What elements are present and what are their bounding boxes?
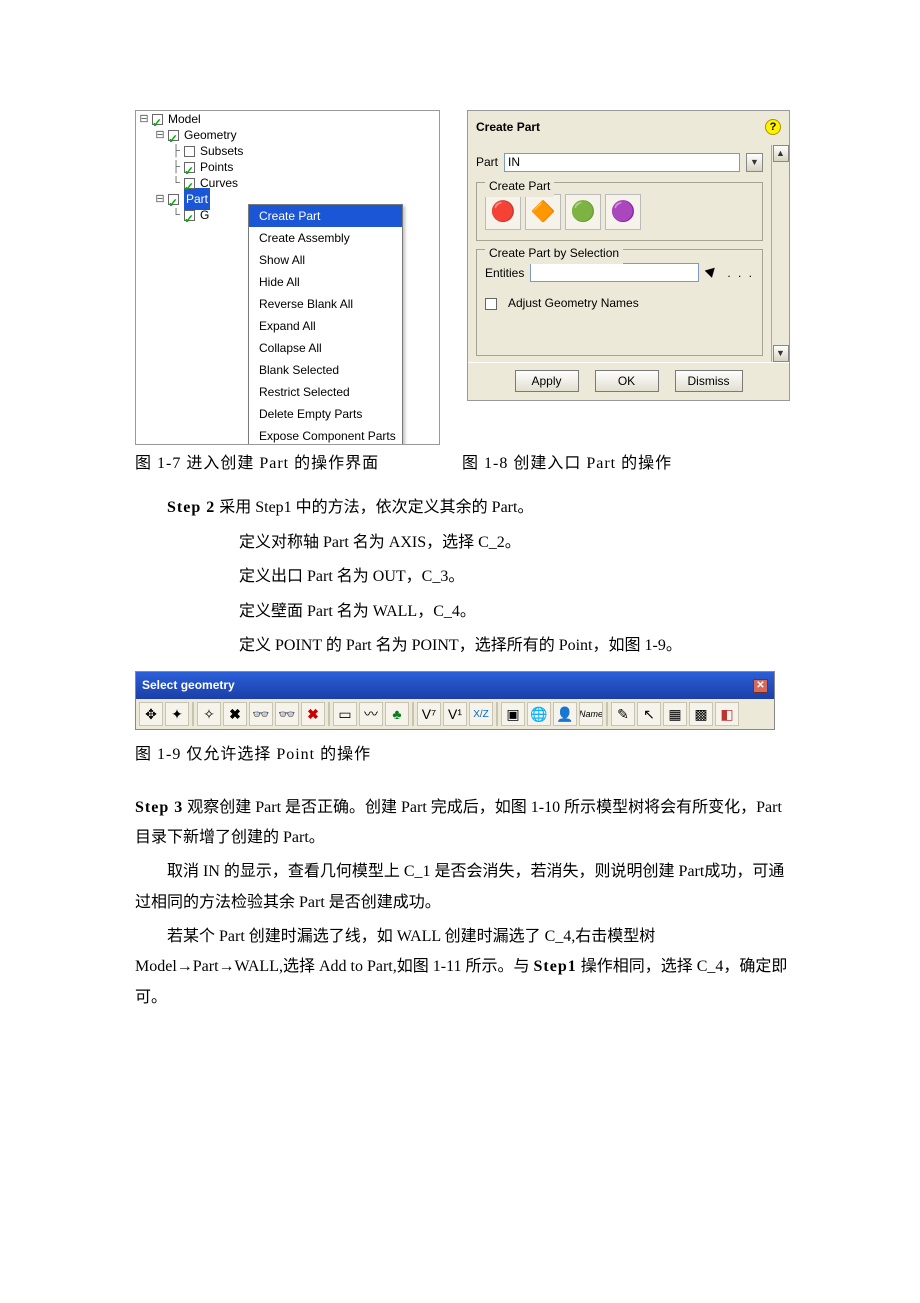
part-label: Part [476,151,498,174]
part-name-input[interactable] [504,153,740,172]
create-part-mode3-icon[interactable]: 🟢 [565,194,601,230]
step2-label: Step 2 [167,499,215,516]
step3-text: 观察创建 Part 是否正确。创建 Part 完成后，如图 1-10 所示模型树… [135,799,782,846]
create-part-mode4-icon[interactable]: 🟣 [605,194,641,230]
group-create-part: Create Part 🔴 🔶 🟢 🟣 [476,182,763,241]
adjust-names-checkbox[interactable] [485,298,497,310]
checkbox-icon[interactable] [184,146,195,157]
scrollbar[interactable]: ▲ ▼ [771,145,789,362]
group-create-by-selection: Create Part by Selection Entities . . . … [476,249,763,357]
tree-node-curves[interactable]: └ Curves [136,175,439,191]
volume1-icon[interactable]: V¹ [443,702,467,726]
leaf-icon[interactable]: ♣ [385,702,409,726]
help-icon[interactable]: ? [765,119,781,135]
menu-item-expand-all[interactable]: Expand All [249,315,402,337]
x-red-icon[interactable]: ✖ [301,702,325,726]
scroll-up-icon[interactable]: ▲ [773,145,789,162]
menu-item-restrict-selected[interactable]: Restrict Selected [249,381,402,403]
group-title: Create Part by Selection [485,242,623,265]
checkbox-icon[interactable] [184,162,195,173]
step2-sub4: 定义 POINT 的 Part 名为 POINT，选择所有的 Point，如图 … [135,631,790,661]
scroll-down-icon[interactable]: ▼ [773,345,789,362]
select-icon[interactable]: ✥ [139,702,163,726]
step2-sub2: 定义出口 Part 名为 OUT，C_3。 [135,562,790,592]
curve-icon[interactable]: ✎ [611,702,635,726]
step3-para-a: 取消 IN 的显示，查看几何模型上 C_1 是否会消失，若消失，则说明创建 Pa… [135,857,790,918]
box-icon[interactable]: ▣ [501,702,525,726]
step3-para-b: 若某个 Part 创建时漏选了线，如 WALL 创建时漏选了 C_4,右击模型树… [135,922,790,1013]
person-icon[interactable]: 👤 [553,702,577,726]
menu-item-expose-component-parts[interactable]: Expose Component Parts [249,425,402,445]
menu-item-reverse-blank-all[interactable]: Reverse Blank All [249,293,402,315]
separator [606,702,608,726]
step2-text: 采用 Step1 中的方法，依次定义其余的 Part。 [215,499,533,516]
cube-icon[interactable]: ◧ [715,702,739,726]
checkbox-icon[interactable] [168,194,179,205]
menu-item-create-assembly[interactable]: Create Assembly [249,227,402,249]
checkbox-icon[interactable] [168,130,179,141]
xyz-icon[interactable]: X/Z [469,702,493,726]
entities-label: Entities [485,262,524,285]
step2-sub1: 定义对称轴 Part 名为 AXIS，选择 C_2。 [135,528,790,558]
context-menu: Create Part Create Assembly Show All Hid… [248,204,403,445]
hatch-icon[interactable]: ▦ [663,702,687,726]
lasso-icon[interactable]: 〰 [359,702,383,726]
step2-sub3: 定义壁面 Part 名为 WALL，C_4。 [135,597,790,627]
tree-node-model[interactable]: ⊟ Model [136,111,439,127]
select-geometry-toolbar: Select geometry ✕ ✥ ✦ ✧ ✖ 👓 👓 ✖ ▭ 〰 ♣ V⁷… [135,671,775,730]
volume7-icon[interactable]: V⁷ [417,702,441,726]
menu-item-hide-all[interactable]: Hide All [249,271,402,293]
tree-label: G [200,204,209,227]
create-part-panel: Create Part ? Part ▼ Create Part [467,110,790,401]
close-icon[interactable]: ✕ [753,679,768,693]
separator [496,702,498,726]
hatch2-icon[interactable]: ▩ [689,702,713,726]
menu-item-create-part[interactable]: Create Part [249,205,402,227]
apply-button[interactable]: Apply [515,370,579,392]
star-icon[interactable]: ✧ [197,702,221,726]
create-part-mode1-icon[interactable]: 🔴 [485,194,521,230]
checkbox-icon[interactable] [152,114,163,125]
figure-caption-1-8: 图 1-8 创建入口 Part 的操作 [462,449,790,479]
menu-item-blank-selected[interactable]: Blank Selected [249,359,402,381]
rect-icon[interactable]: ▭ [333,702,357,726]
panel-title: Create Part [476,116,540,139]
tree-node-subsets[interactable]: ├ Subsets [136,143,439,159]
step3-label: Step 3 [135,799,183,816]
step1-ref: Step1 [534,958,577,975]
globe-icon[interactable]: 🌐 [527,702,551,726]
separator [328,702,330,726]
dropdown-icon[interactable]: ▼ [746,153,763,172]
checkbox-icon[interactable] [184,210,195,221]
pick-cursor-icon[interactable] [705,265,721,281]
figure-caption-1-7: 图 1-7 进入创建 Part 的操作界面 [135,449,440,479]
pan-icon[interactable]: ✦ [165,702,189,726]
more-dots[interactable]: . . . [727,262,754,285]
x-bold-icon[interactable]: ✖ [223,702,247,726]
step3-line: Step 3 观察创建 Part 是否正确。创建 Part 完成后，如图 1-1… [135,793,790,854]
toolbar-title: Select geometry [142,674,235,697]
adjust-names-label: Adjust Geometry Names [508,292,639,315]
separator [412,702,414,726]
dismiss-button[interactable]: Dismiss [675,370,743,392]
glasses-icon[interactable]: 👓 [249,702,273,726]
menu-item-show-all[interactable]: Show All [249,249,402,271]
menu-item-delete-empty-parts[interactable]: Delete Empty Parts [249,403,402,425]
step2-line: Step 2 采用 Step1 中的方法，依次定义其余的 Part。 [135,493,790,523]
menu-item-collapse-all[interactable]: Collapse All [249,337,402,359]
figure-caption-1-9: 图 1-9 仅允许选择 Point 的操作 [135,740,790,770]
create-part-mode2-icon[interactable]: 🔶 [525,194,561,230]
arrow-sel-icon[interactable]: ↖ [637,702,661,726]
group-title: Create Part [485,175,554,198]
entities-input[interactable] [530,263,699,282]
separator [192,702,194,726]
model-tree-panel: ⊟ Model ⊟ Geometry ├ Subsets ├ P [135,110,440,445]
checkbox-icon[interactable] [184,178,195,189]
tree-node-points[interactable]: ├ Points [136,159,439,175]
name-icon[interactable]: Name [579,702,603,726]
glasses2-icon[interactable]: 👓 [275,702,299,726]
ok-button[interactable]: OK [595,370,659,392]
